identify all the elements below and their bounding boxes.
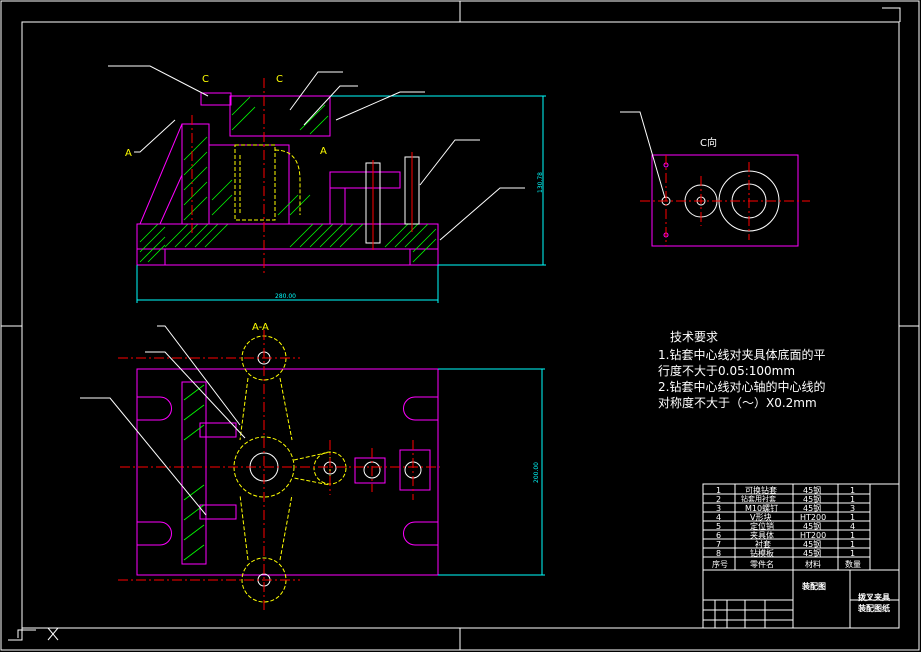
upright-hatch	[183, 96, 329, 221]
title-block-name: 装配图	[802, 582, 826, 591]
table-row-name: 可换钻套	[745, 486, 777, 495]
table-row-material: 45钢	[803, 540, 822, 549]
cad-drawing-canvas	[0, 0, 920, 651]
front-dimensions	[136, 95, 546, 303]
table-row-name: V形块	[750, 513, 772, 522]
table-row-qty: 1	[850, 495, 856, 504]
table-row-material: 45钢	[803, 549, 822, 558]
table-row-name: M10螺钉	[745, 504, 779, 513]
table-row-name: 衬套	[755, 540, 771, 549]
tech-req-line4: 对称度不大于（～）X0.2mm	[658, 396, 817, 410]
table-row-material: 45钢	[803, 522, 822, 531]
sheet-frame	[0, 0, 920, 651]
table-header-qty: 数量	[845, 560, 861, 569]
table-row-name: 夹具体	[750, 531, 774, 540]
table-row-qty: 1	[850, 513, 856, 522]
table-row-no: 2	[716, 495, 722, 504]
table-row-name: 钻模板	[750, 549, 774, 558]
table-row-material: 45钢	[803, 486, 822, 495]
upright-body	[139, 92, 401, 225]
table-header-no: 序号	[712, 560, 728, 569]
section-label-a-right: A	[320, 146, 327, 157]
table-row-name: 钻套用衬套	[741, 495, 776, 503]
table-row-material: HT200	[800, 513, 827, 522]
table-row-no: 8	[716, 549, 722, 558]
dim-width: 280.00	[275, 293, 296, 300]
view-c-title: C向	[700, 138, 717, 149]
table-row-no: 5	[716, 522, 722, 531]
table-row-qty: 1	[850, 531, 856, 540]
section-aa	[80, 325, 545, 610]
table-row-material: 45钢	[803, 495, 822, 504]
dim-height: 130.78	[537, 172, 544, 193]
table-row-qty: 1	[850, 486, 856, 495]
title-block-product: 拨叉夹具	[858, 593, 890, 602]
section-aa-title: A-A	[252, 322, 269, 333]
table-row-no: 1	[716, 486, 722, 495]
c-view	[620, 111, 810, 247]
front-center-lines	[191, 78, 265, 275]
table-row-no: 4	[716, 513, 722, 522]
section-label-c-left: C	[202, 74, 209, 85]
table-row-qty: 1	[850, 540, 856, 549]
table-header-name: 零件名	[750, 560, 774, 569]
bolts	[365, 152, 420, 250]
front-leaders	[108, 65, 525, 241]
base-hatch	[139, 223, 437, 263]
section-label-c-right: C	[276, 74, 283, 85]
tech-req-title: 技术要求	[670, 330, 719, 344]
section-label-a-left: A	[125, 148, 132, 159]
table-row-no: 6	[716, 531, 722, 540]
front-view	[108, 65, 546, 303]
table-row-name: 定位销	[750, 522, 774, 531]
table-row-material: 45钢	[803, 504, 822, 513]
table-row-material: HT200	[800, 531, 827, 540]
table-row-no: 7	[716, 540, 722, 549]
dim-side: 200.00	[533, 462, 540, 483]
workpiece-outline	[234, 144, 301, 221]
table-row-qty: 4	[850, 522, 856, 531]
ucs-icon	[17, 627, 59, 641]
table-row-no: 3	[716, 504, 722, 513]
table-header-material: 材料	[805, 560, 821, 569]
table-row-qty: 1	[850, 549, 856, 558]
title-block-sub: 装配图纸	[858, 604, 890, 613]
table-row-qty: 3	[850, 504, 856, 513]
